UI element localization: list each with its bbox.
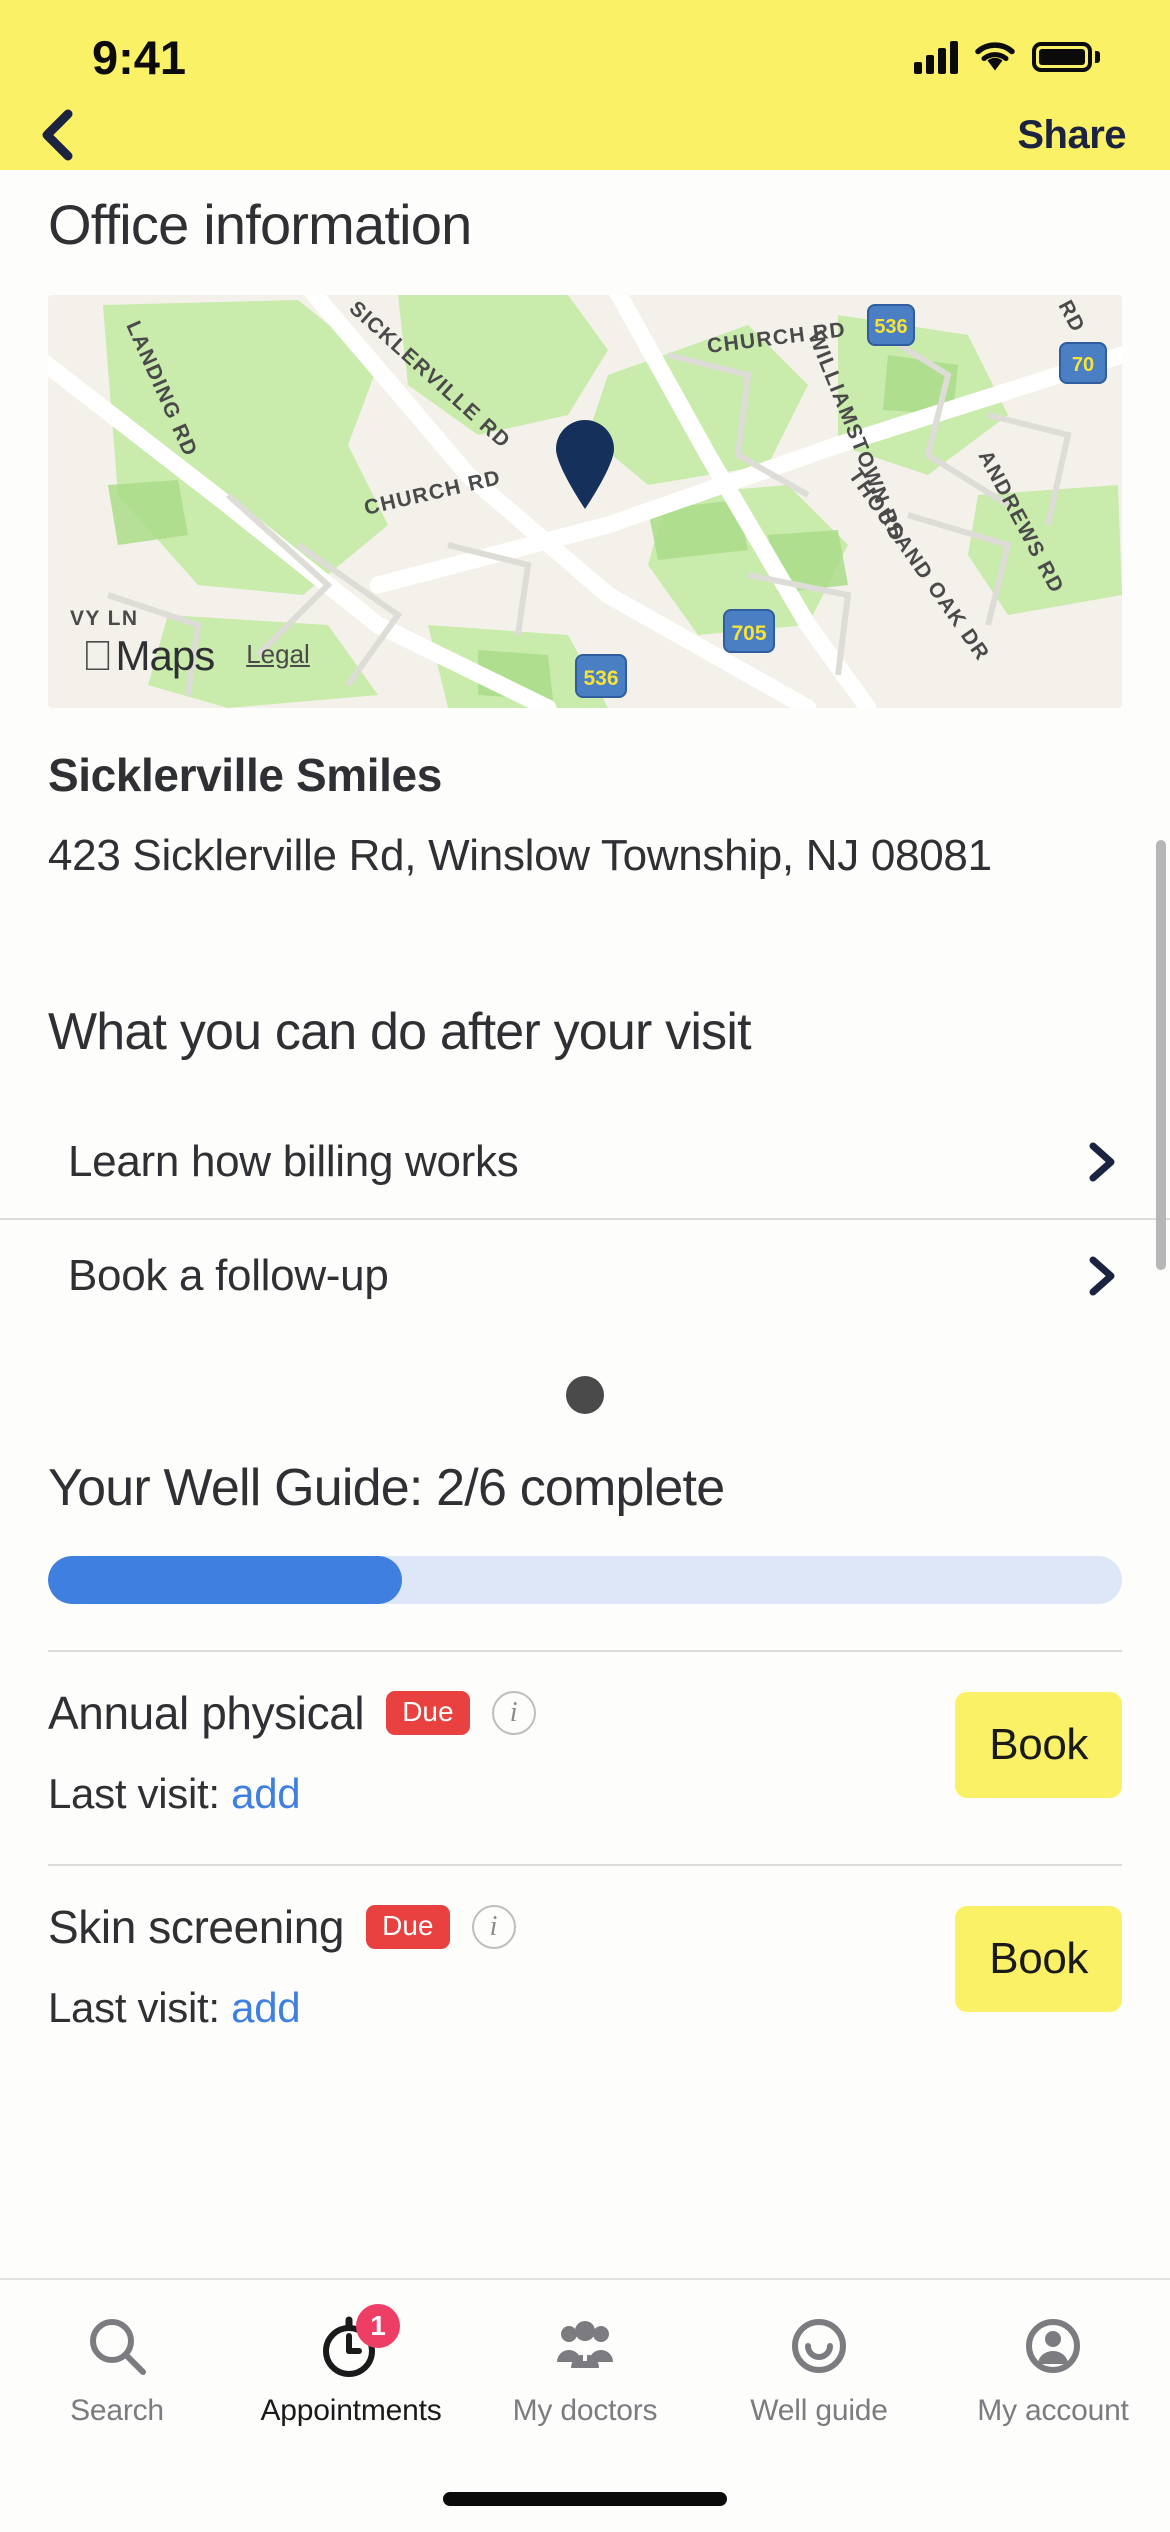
- tab-my-account[interactable]: My account: [936, 2314, 1170, 2428]
- svg-text:536: 536: [874, 316, 907, 338]
- info-icon[interactable]: i: [491, 1691, 536, 1736]
- clock-icon: 1: [318, 2304, 400, 2380]
- smiley-icon: [786, 2314, 852, 2380]
- chevron-right-icon: [1089, 1142, 1115, 1182]
- vertical-scrollbar[interactable]: [1156, 840, 1166, 1270]
- well-guide-progress-bar: [48, 1556, 1122, 1605]
- well-guide-item: Annual physical Due i Last visit: add Bo…: [0, 1652, 1170, 1818]
- battery-icon: [1032, 42, 1100, 72]
- status-bar-indicators: [914, 40, 1100, 74]
- tab-label: My account: [977, 2394, 1129, 2427]
- people-group-icon: [552, 2314, 618, 2380]
- page-title: Office information: [48, 193, 472, 256]
- account-icon: [1020, 2314, 1086, 2380]
- home-indicator: [443, 2492, 727, 2506]
- tab-my-doctors[interactable]: My doctors: [468, 2314, 702, 2428]
- tab-label: Well guide: [750, 2394, 888, 2427]
- well-guide-title: Your Well Guide: 2/6 complete: [48, 1459, 725, 1518]
- status-bar-time: 9:41: [92, 30, 187, 84]
- carousel-dot[interactable]: [566, 1376, 604, 1415]
- well-guide-item-name: Annual physical: [48, 1687, 365, 1740]
- tab-appointments[interactable]: 1 Appointments: [234, 2304, 468, 2428]
- well-guide-progress-fill: [48, 1556, 403, 1605]
- after-visit-title: What you can do after your visit: [48, 1003, 752, 1062]
- status-bar: 9:41: [0, 0, 1170, 100]
- map-pin-icon: [556, 419, 614, 509]
- last-visit-label: Last visit:: [48, 1770, 220, 1818]
- well-guide-item: Skin screening Due i Last visit: add Boo…: [0, 1866, 1170, 2032]
- navigation-bar: Share: [0, 100, 1170, 170]
- tab-label: My doctors: [512, 2394, 658, 2427]
- tab-label: Appointments: [260, 2394, 442, 2427]
- apple-logo-icon: : [82, 635, 114, 677]
- map-attribution:  Maps Legal: [82, 632, 310, 680]
- last-visit-row: Last visit: add: [48, 1984, 955, 2032]
- svg-text:VY LN: VY LN: [70, 607, 138, 630]
- tab-bar: Search 1 Appointments My doctors Well gu…: [0, 2278, 1170, 2532]
- svg-text:536: 536: [583, 667, 618, 690]
- back-button[interactable]: [40, 105, 100, 165]
- scroll-content[interactable]: Office information LANDING RD VY LN CHUR…: [0, 170, 1170, 2278]
- last-visit-label: Last visit:: [48, 1984, 220, 2032]
- info-icon[interactable]: i: [471, 1905, 516, 1950]
- tab-label: Search: [70, 2394, 164, 2427]
- office-address: 423 Sicklerville Rd, Winslow Township, N…: [48, 831, 992, 880]
- tab-search[interactable]: Search: [0, 2314, 234, 2428]
- add-last-visit-link[interactable]: add: [231, 1984, 300, 2031]
- chevron-right-icon: [1089, 1256, 1115, 1296]
- wifi-icon: [975, 42, 1015, 71]
- tab-well-guide[interactable]: Well guide: [702, 2314, 936, 2428]
- book-button[interactable]: Book: [955, 1692, 1122, 1799]
- map-legal-link[interactable]: Legal: [246, 639, 310, 674]
- last-visit-row: Last visit: add: [48, 1770, 955, 1818]
- notification-badge: 1: [356, 2304, 400, 2348]
- share-button[interactable]: Share: [1017, 113, 1126, 158]
- book-button[interactable]: Book: [955, 1906, 1122, 2013]
- search-icon: [84, 2314, 150, 2380]
- list-item-label: Learn how billing works: [68, 1137, 519, 1187]
- office-name: Sicklerville Smiles: [48, 749, 442, 801]
- status-badge: Due: [386, 1691, 470, 1736]
- list-item-label: Book a follow-up: [68, 1251, 389, 1301]
- maps-label: Maps: [84, 632, 216, 679]
- list-item[interactable]: Learn how billing works: [0, 1106, 1170, 1218]
- signal-bars-icon: [914, 40, 958, 74]
- svg-text:705: 705: [731, 622, 766, 645]
- apple-maps-logo:  Maps: [82, 632, 216, 680]
- svg-text:70: 70: [1072, 354, 1094, 376]
- chevron-left-icon: [42, 109, 73, 161]
- after-visit-list: Learn how billing works Book a follow-up: [0, 1106, 1170, 1332]
- well-guide-item-name: Skin screening: [48, 1901, 345, 1954]
- status-badge: Due: [366, 1905, 450, 1950]
- list-item[interactable]: Book a follow-up: [0, 1218, 1170, 1332]
- office-map[interactable]: LANDING RD VY LN CHURCH RD CHURCH RD SIC…: [48, 295, 1122, 708]
- add-last-visit-link[interactable]: add: [231, 1770, 300, 1817]
